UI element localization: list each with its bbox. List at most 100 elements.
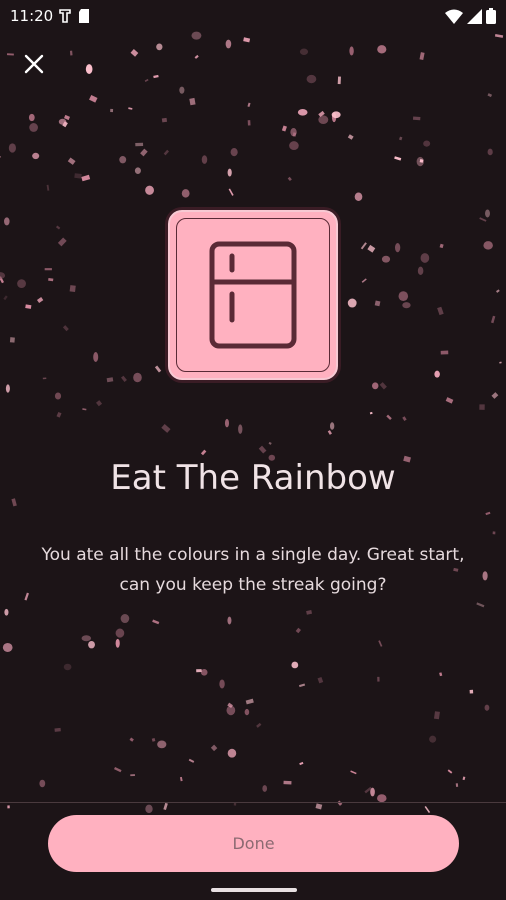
confetti-background bbox=[0, 31, 504, 814]
confetti-piece bbox=[69, 50, 73, 56]
confetti-piece bbox=[394, 243, 401, 253]
confetti-piece bbox=[447, 769, 453, 774]
confetti-piece bbox=[377, 676, 380, 682]
confetti-piece bbox=[145, 185, 154, 195]
confetti-piece bbox=[194, 54, 199, 59]
fridge-icon bbox=[209, 241, 297, 349]
confetti-piece bbox=[67, 157, 76, 165]
confetti-piece bbox=[247, 102, 251, 108]
confetti-piece bbox=[256, 722, 262, 728]
confetti-piece bbox=[0, 272, 6, 279]
status-bar: 11:20 bbox=[0, 0, 506, 34]
status-left-icons bbox=[58, 8, 90, 24]
confetti-piece bbox=[4, 217, 10, 226]
confetti-piece bbox=[361, 278, 367, 283]
confetti-piece bbox=[377, 45, 387, 54]
confetti-piece bbox=[227, 168, 232, 177]
confetti-piece bbox=[200, 668, 208, 676]
bottom-divider bbox=[0, 802, 506, 803]
confetti-piece bbox=[0, 153, 1, 161]
confetti-piece bbox=[114, 766, 122, 773]
battery-icon bbox=[486, 8, 496, 24]
confetti-piece bbox=[291, 661, 299, 669]
confetti-piece bbox=[349, 46, 354, 56]
confetti-piece bbox=[496, 289, 500, 293]
confetti-piece bbox=[281, 125, 287, 132]
confetti-piece bbox=[153, 74, 159, 79]
confetti-piece bbox=[306, 74, 317, 84]
close-button[interactable] bbox=[14, 44, 54, 84]
confetti-piece bbox=[350, 770, 357, 775]
confetti-piece bbox=[417, 266, 424, 275]
done-button[interactable]: Done bbox=[48, 815, 459, 872]
confetti-piece bbox=[154, 365, 162, 373]
gesture-nav-handle[interactable] bbox=[211, 888, 297, 892]
confetti-piece bbox=[329, 422, 335, 430]
confetti-piece bbox=[62, 325, 69, 332]
confetti-piece bbox=[347, 134, 354, 140]
confetti-piece bbox=[494, 34, 504, 38]
confetti-piece bbox=[128, 107, 133, 110]
confetti-piece bbox=[434, 370, 440, 378]
confetti-piece bbox=[119, 156, 127, 164]
confetti-piece bbox=[81, 174, 91, 182]
confetti-piece bbox=[69, 285, 76, 292]
confetti-piece bbox=[42, 377, 47, 380]
confetti-piece bbox=[179, 776, 183, 782]
confetti-piece bbox=[378, 640, 383, 647]
confetti-piece bbox=[290, 128, 297, 137]
confetti-piece bbox=[144, 78, 149, 82]
confetti-piece bbox=[54, 392, 62, 400]
confetti-piece bbox=[485, 209, 490, 218]
confetti-piece bbox=[268, 441, 272, 445]
confetti-piece bbox=[9, 337, 15, 343]
badge-tile bbox=[168, 210, 338, 380]
confetti-piece bbox=[88, 640, 95, 649]
sd-card-icon bbox=[79, 9, 89, 23]
confetti-piece bbox=[299, 761, 304, 766]
confetti-piece bbox=[479, 217, 487, 222]
achievement-title: Eat The Rainbow bbox=[110, 458, 396, 498]
confetti-piece bbox=[412, 116, 421, 121]
confetti-piece bbox=[96, 400, 103, 407]
confetti-piece bbox=[44, 268, 52, 271]
confetti-piece bbox=[151, 737, 156, 742]
confetti-piece bbox=[7, 805, 10, 809]
confetti-piece bbox=[298, 683, 306, 688]
confetti-piece bbox=[3, 295, 8, 301]
confetti-piece bbox=[188, 758, 195, 763]
confetti-piece bbox=[381, 255, 391, 263]
achievement-description: You ate all the colours in a single day.… bbox=[41, 545, 465, 595]
confetti-piece bbox=[402, 302, 411, 309]
confetti-piece bbox=[398, 291, 409, 302]
achievement-badge bbox=[168, 210, 338, 380]
confetti-piece bbox=[360, 242, 367, 250]
confetti-piece bbox=[17, 279, 26, 289]
confetti-piece bbox=[106, 377, 114, 383]
confetti-piece bbox=[55, 225, 61, 230]
confetti-piece bbox=[306, 609, 313, 615]
confetti-piece bbox=[439, 672, 443, 677]
confetti-piece bbox=[8, 143, 16, 153]
badge-inner-frame bbox=[176, 218, 330, 372]
confetti-piece bbox=[28, 113, 35, 122]
confetti-piece bbox=[490, 315, 496, 324]
confetti-piece bbox=[48, 277, 54, 282]
confetti-piece bbox=[419, 52, 425, 61]
confetti-piece bbox=[32, 152, 40, 160]
confetti-piece bbox=[297, 109, 308, 116]
confetti-piece bbox=[228, 188, 234, 196]
confetti-piece bbox=[337, 76, 341, 85]
confetti-piece bbox=[295, 627, 301, 634]
confetti-piece bbox=[163, 149, 170, 156]
confetti-piece bbox=[135, 142, 144, 147]
confetti-piece bbox=[429, 735, 437, 743]
confetti-piece bbox=[5, 384, 10, 393]
confetti-piece bbox=[379, 382, 387, 390]
confetti-piece bbox=[210, 744, 218, 752]
confetti-piece bbox=[219, 679, 225, 689]
confetti-piece bbox=[54, 727, 61, 732]
confetti-piece bbox=[82, 408, 87, 411]
notification-icon bbox=[59, 9, 71, 23]
confetti-piece bbox=[347, 298, 357, 308]
